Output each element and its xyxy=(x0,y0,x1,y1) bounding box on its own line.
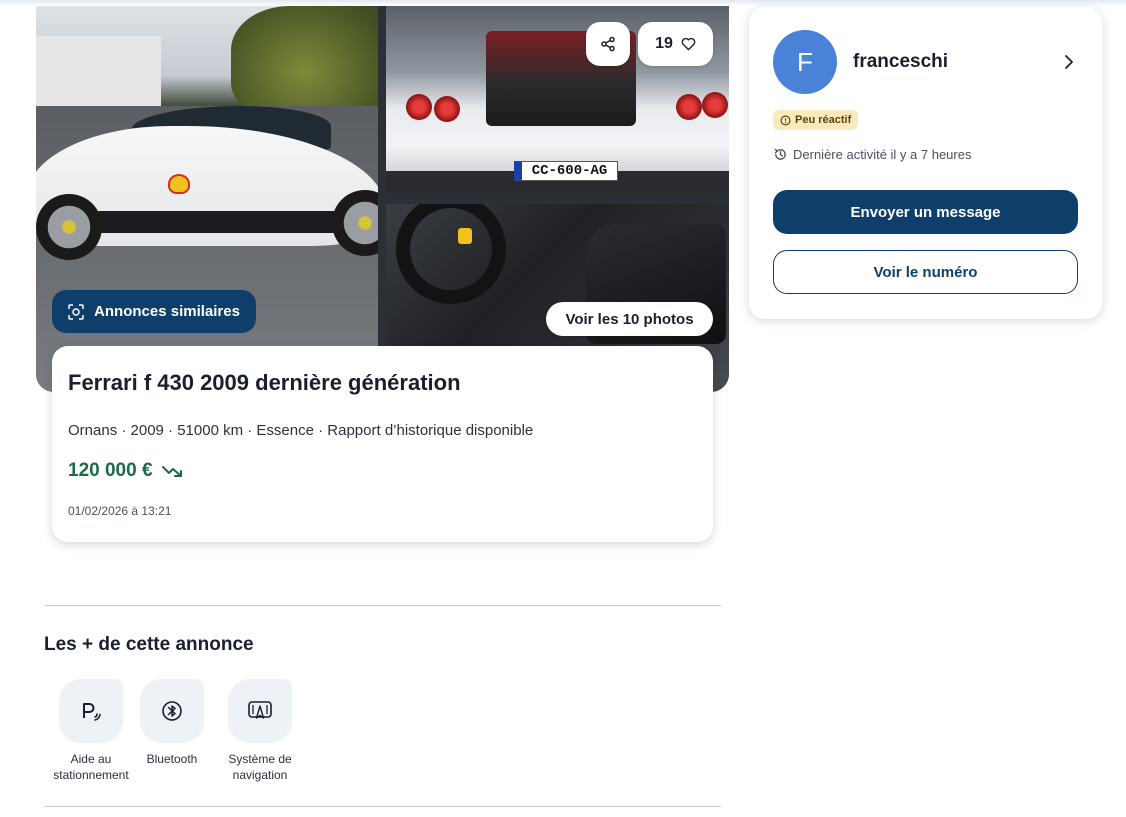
favorite-button[interactable]: 19 xyxy=(638,22,713,66)
feature-label-line: Aide au xyxy=(70,752,112,766)
history-icon xyxy=(774,148,786,160)
tail-light xyxy=(434,96,460,122)
feature-label-line: Système de xyxy=(228,752,292,766)
ad-title: Ferrari f 430 2009 dernière génération xyxy=(68,370,461,395)
scan-icon xyxy=(68,303,84,320)
last-activity: Dernière activité il y a 7 heures xyxy=(773,147,971,162)
feature-label: Bluetooth xyxy=(127,751,217,767)
similar-ads-label: Annonces similaires xyxy=(94,303,240,320)
share-icon xyxy=(601,36,615,52)
favorites-count: 19 xyxy=(655,35,673,52)
tail-light xyxy=(676,94,702,120)
similar-ads-button[interactable]: Annonces similaires xyxy=(52,290,256,333)
seller-name[interactable]: franceschi xyxy=(853,51,948,73)
show-number-button[interactable]: Voir le numéro xyxy=(773,250,1078,294)
price: 120 000 € xyxy=(68,460,153,481)
feature-bluetooth: Bluetooth xyxy=(127,679,217,767)
chevron-right-icon[interactable] xyxy=(1061,52,1077,72)
section-divider xyxy=(44,605,721,606)
steering-badge xyxy=(458,228,472,244)
feature-parking-assist: Aide au stationnement xyxy=(46,679,136,783)
share-button[interactable] xyxy=(586,22,630,66)
price-row: 120 000 € xyxy=(68,460,185,482)
chat-bubble-icon xyxy=(780,115,791,125)
ad-info-card: Ferrari f 430 2009 dernière génération O… xyxy=(52,346,713,542)
view-all-photos-button[interactable]: Voir les 10 photos xyxy=(546,302,713,336)
tail-light xyxy=(702,92,728,118)
send-message-button[interactable]: Envoyer un message xyxy=(773,190,1078,234)
front-wheel xyxy=(36,194,102,260)
reactivity-label: Peu réactif xyxy=(795,114,852,126)
background-hedge xyxy=(231,6,378,116)
feature-label-line: Bluetooth xyxy=(146,752,198,766)
feature-navigation: Système de navigation xyxy=(215,679,305,783)
main-photo[interactable] xyxy=(36,6,378,392)
seller-card: F franceschi Peu réactif Dernière activi… xyxy=(749,7,1102,319)
features-title: Les + de cette annonce xyxy=(44,634,254,655)
license-plate: CC-600-AG xyxy=(514,161,618,181)
feature-label-line: stationnement xyxy=(53,768,129,782)
feature-label-line: navigation xyxy=(232,768,288,782)
avatar[interactable]: F xyxy=(773,30,837,94)
price-drop-icon xyxy=(161,466,182,477)
feature-icon-box xyxy=(228,679,292,743)
feature-icon-box xyxy=(140,679,204,743)
shell-logo xyxy=(168,174,190,194)
last-activity-text: Dernière activité il y a 7 heures xyxy=(793,147,972,162)
parking-sensor-icon xyxy=(83,703,101,721)
feature-label: Aide au stationnement xyxy=(46,751,136,783)
ad-date: 01/02/2026 à 13:21 xyxy=(68,504,172,518)
section-divider xyxy=(44,806,721,807)
feature-label: Système de navigation xyxy=(215,751,305,783)
car-livery-stripe xyxy=(93,211,369,233)
reactivity-badge: Peu réactif xyxy=(773,110,859,130)
ad-meta: Ornans · 2009 · 51000 km · Essence · Rap… xyxy=(68,422,534,439)
background-wall xyxy=(36,36,161,106)
tail-light xyxy=(406,94,432,120)
steering-wheel xyxy=(396,204,506,304)
bluetooth-icon xyxy=(162,701,182,721)
photo-gallery[interactable]: CC-600-AG 19 Annonces similaires Voir le… xyxy=(36,6,729,392)
feature-icon-box xyxy=(59,679,123,743)
heart-icon xyxy=(681,37,696,51)
navigation-icon xyxy=(248,701,272,719)
